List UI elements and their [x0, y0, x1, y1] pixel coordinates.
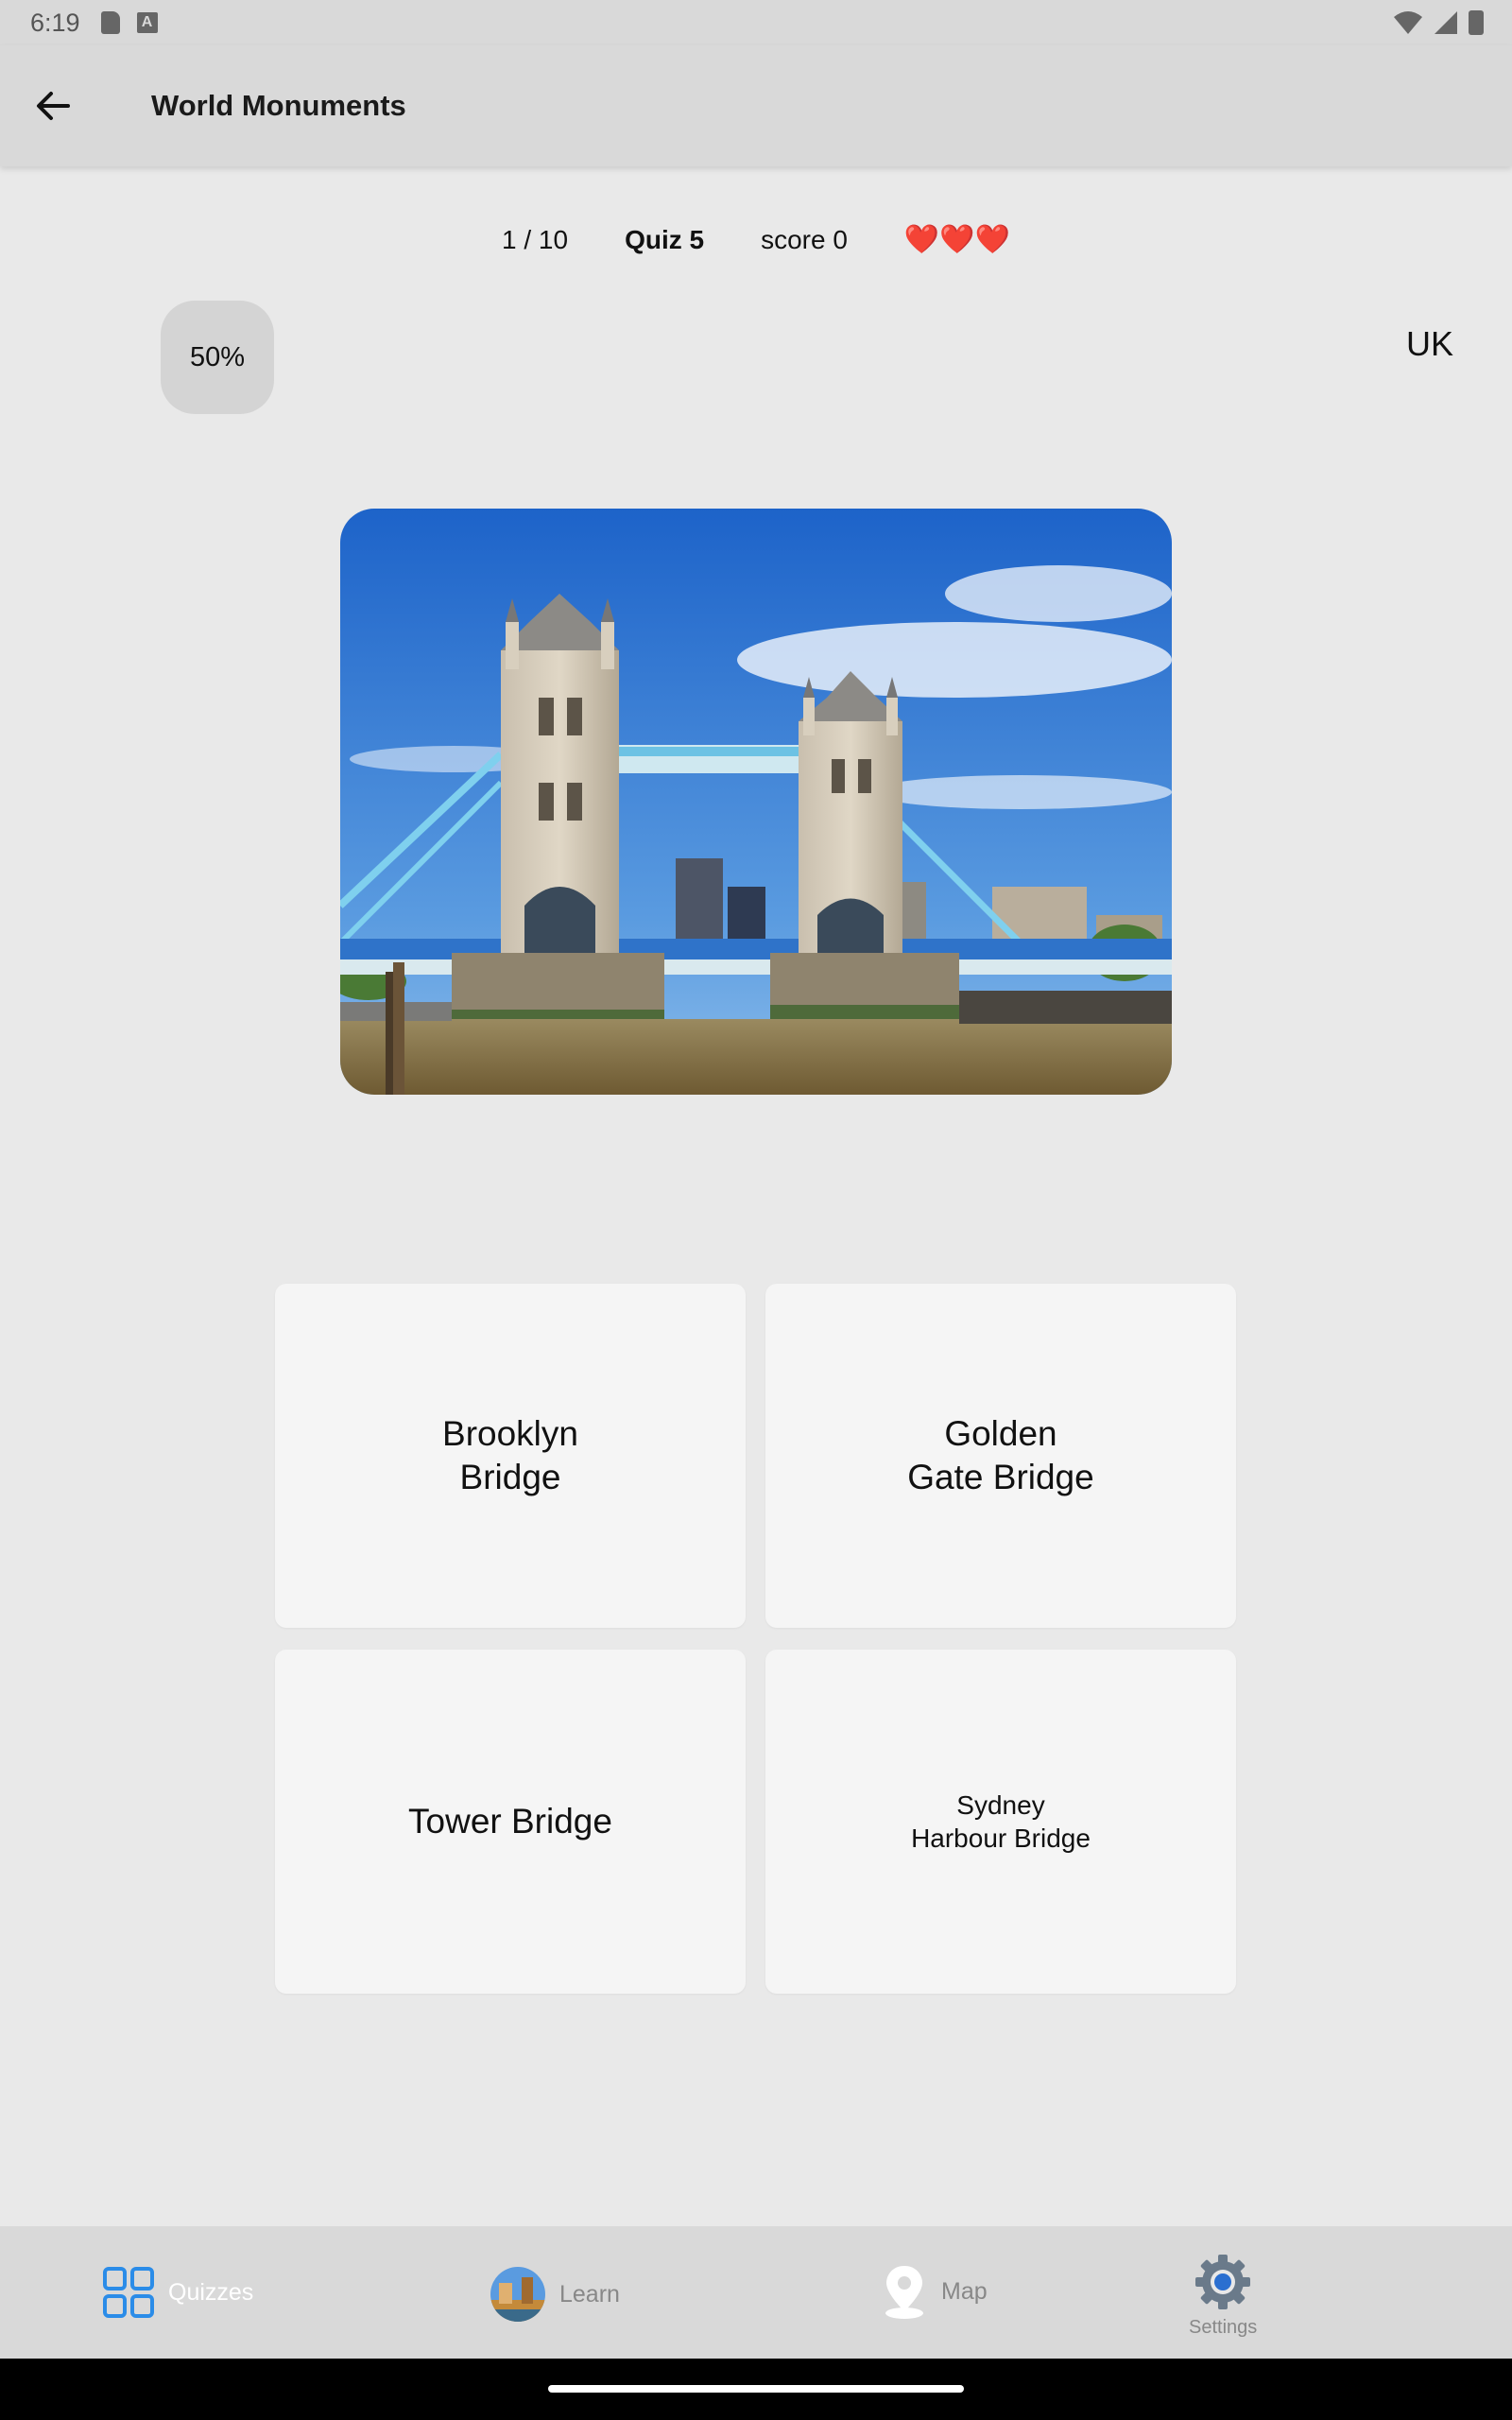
- lives-hearts: ❤️❤️❤️: [903, 224, 1010, 255]
- answer-option-3-label: Tower Bridge: [408, 1801, 612, 1841]
- nav-label-learn: Learn: [559, 2280, 620, 2308]
- page-title: World Monuments: [151, 89, 406, 122]
- gear-icon: [1195, 2255, 1251, 2309]
- sd-card-icon: [100, 11, 120, 34]
- wifi-icon: [1394, 11, 1422, 34]
- quiz-header: 1 / 10 Quiz 5 score 0 ❤️❤️❤️: [0, 223, 1512, 256]
- answer-option-3[interactable]: Tower Bridge: [275, 1650, 746, 1994]
- system-gesture-area: [0, 2359, 1512, 2420]
- nav-item-settings[interactable]: Settings: [1189, 2253, 1257, 2339]
- nav-label-map: Map: [941, 2277, 988, 2305]
- map-pin-icon: [885, 2266, 923, 2319]
- answer-option-1[interactable]: Brooklyn Bridge: [275, 1284, 746, 1628]
- answer-option-4-label: Sydney Harbour Bridge: [911, 1790, 1091, 1853]
- status-icons: [1393, 9, 1484, 36]
- region-label: UK: [1405, 324, 1453, 363]
- quiz-name: Quiz 5: [625, 224, 705, 254]
- answer-option-1-label: Brooklyn Bridge: [442, 1413, 578, 1496]
- nav-item-map[interactable]: Map: [881, 2262, 988, 2321]
- fifty-fifty-hint-button[interactable]: 50%: [161, 301, 274, 414]
- keyboard-a-icon: A: [136, 12, 158, 33]
- tower-bridge-image: [340, 509, 1172, 1095]
- app-bar: World Monuments: [0, 45, 1512, 166]
- nav-item-quizzes[interactable]: Quizzes: [102, 2266, 253, 2319]
- bottom-navigation: Quizzes Learn Map Settings: [0, 2226, 1512, 2359]
- nav-label-quizzes: Quizzes: [168, 2278, 254, 2306]
- arrow-back-icon: [37, 92, 70, 120]
- nav-label-settings: Settings: [1189, 2317, 1258, 2338]
- signal-icon: [1435, 11, 1457, 34]
- monument-photo: [340, 509, 1172, 1095]
- question-progress: 1 / 10: [502, 224, 569, 254]
- nav-item-learn[interactable]: Learn: [490, 2266, 620, 2323]
- back-button[interactable]: [26, 79, 79, 132]
- status-bar: 6:19 A: [0, 0, 1512, 45]
- battery-icon: [1469, 10, 1484, 35]
- home-gesture-handle[interactable]: [548, 2385, 964, 2393]
- answer-option-2-label: Golden Gate Bridge: [907, 1413, 1094, 1496]
- score-label: score 0: [761, 224, 848, 254]
- status-time: 6:19: [30, 8, 80, 37]
- hint-label: 50%: [189, 341, 246, 372]
- globe-landmark-icon: [490, 2267, 545, 2322]
- grid-icon: [103, 2267, 154, 2318]
- answer-option-2[interactable]: Golden Gate Bridge: [765, 1284, 1236, 1628]
- answer-option-4[interactable]: Sydney Harbour Bridge: [765, 1650, 1236, 1994]
